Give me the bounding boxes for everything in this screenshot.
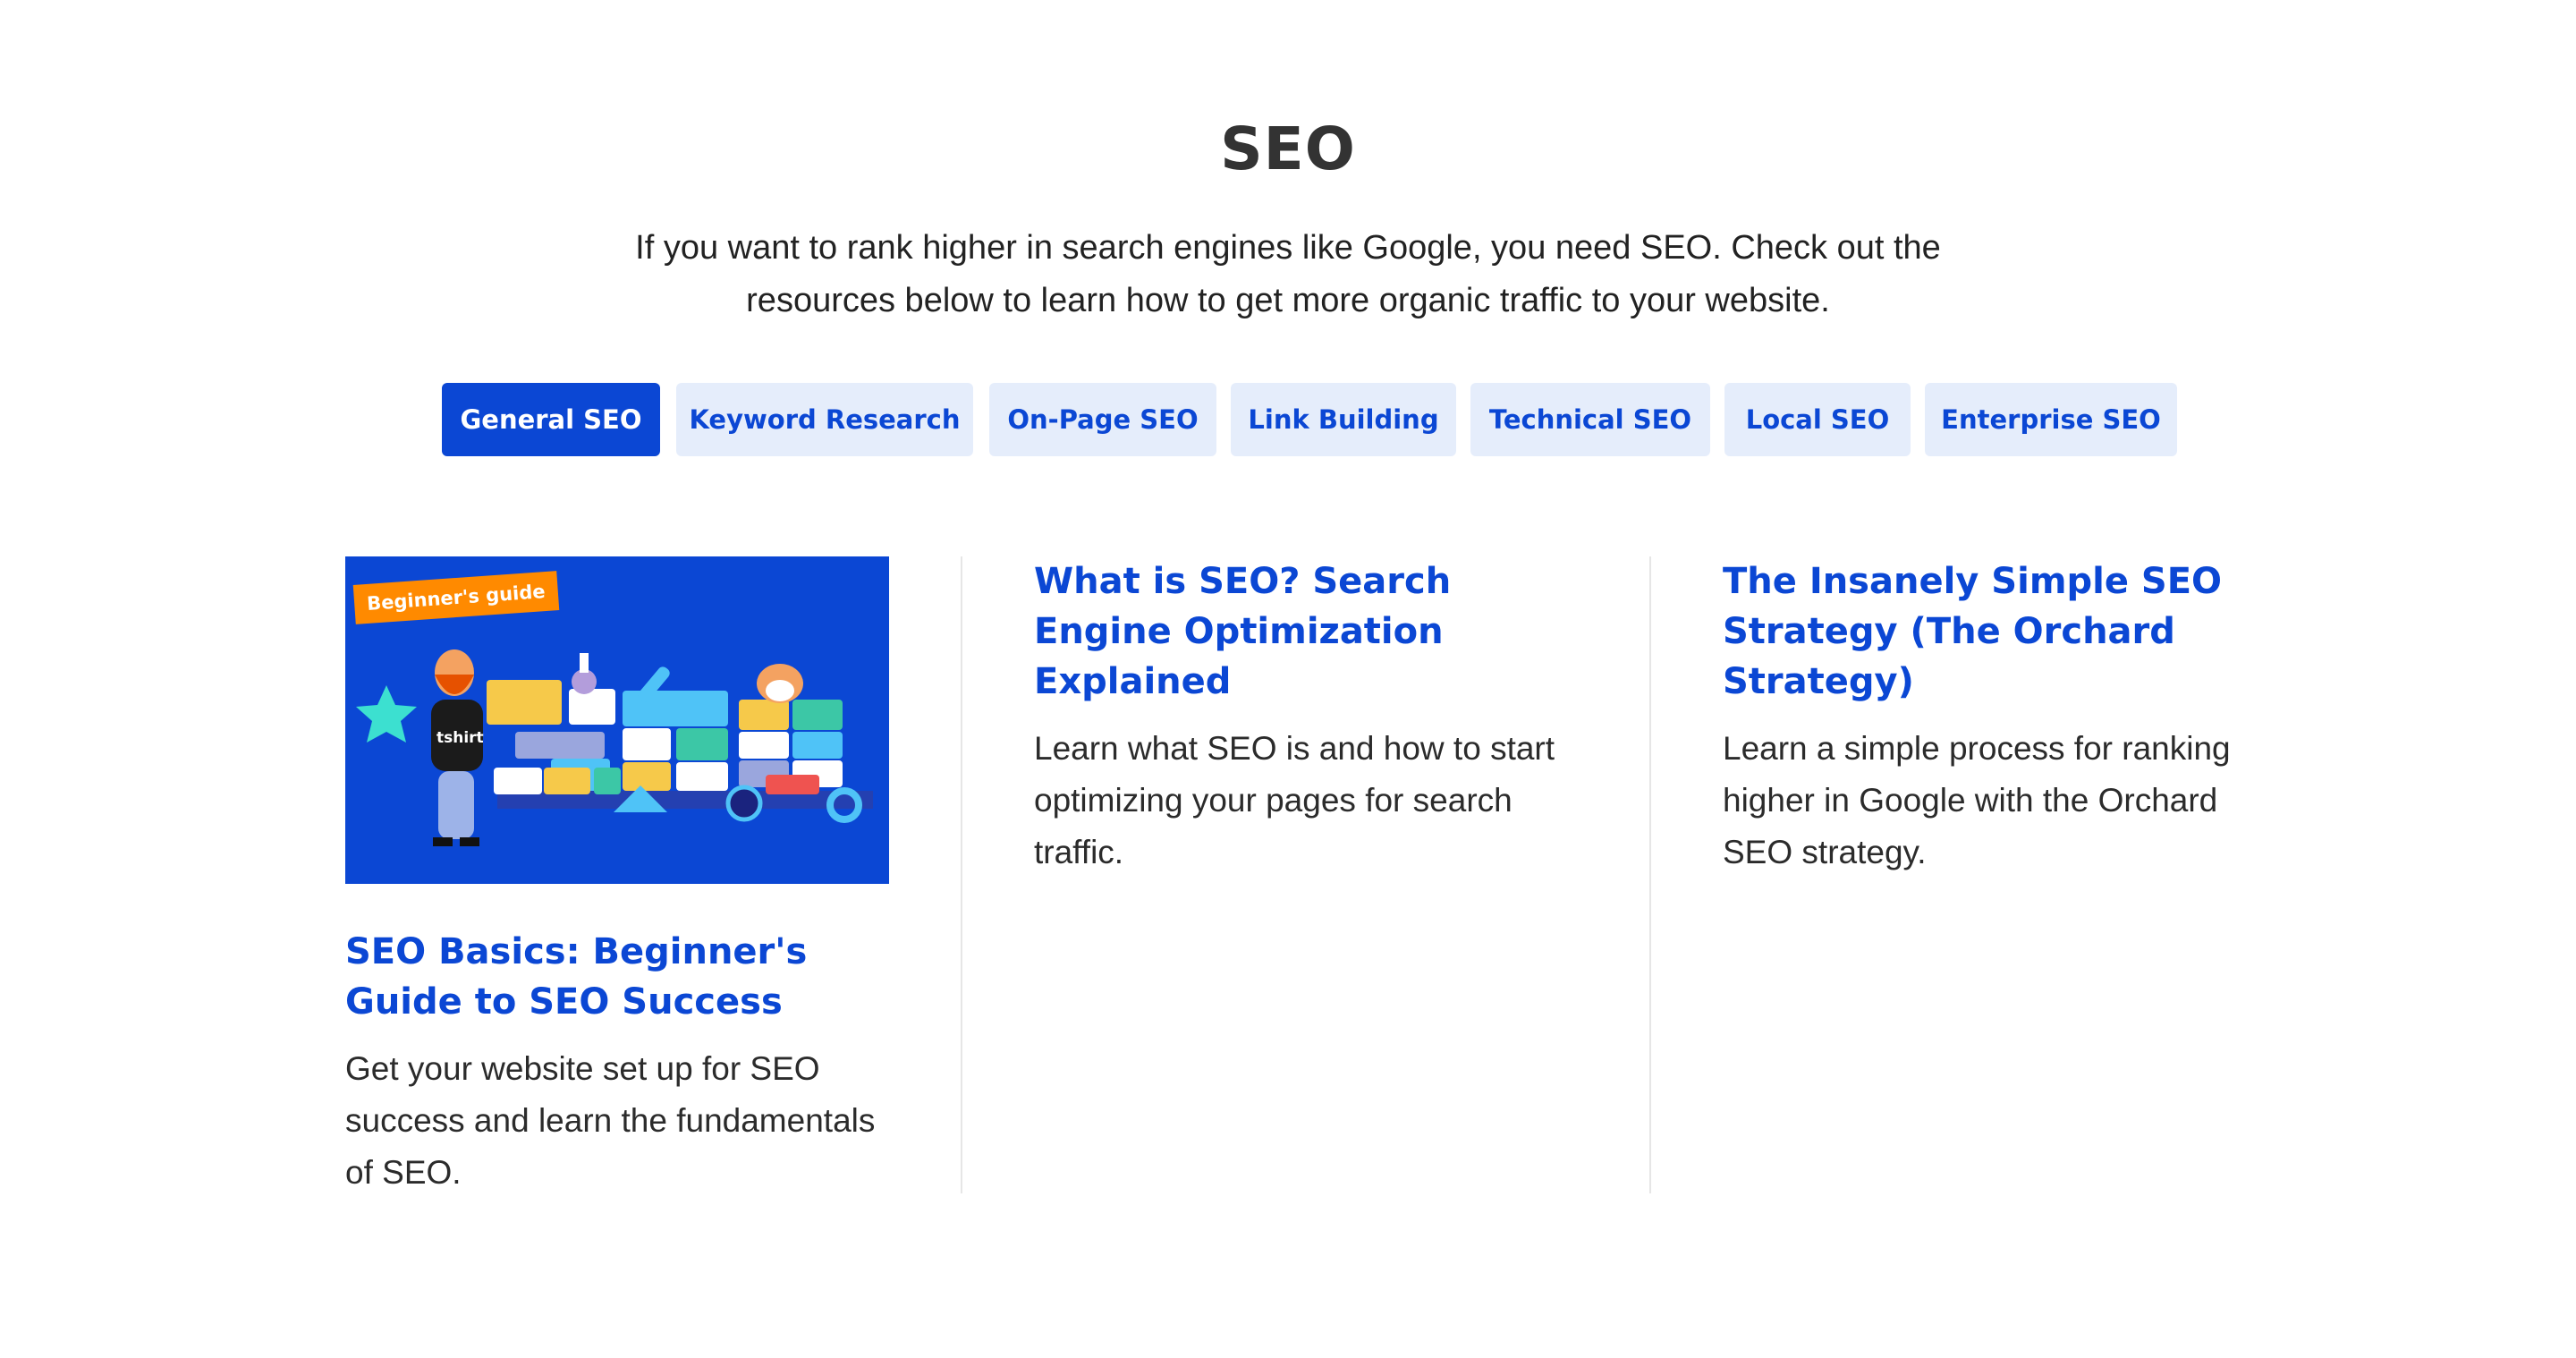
- seo-section: SEO If you want to rank higher in search…: [0, 0, 2576, 1358]
- shirt-text: tshirt: [436, 729, 484, 747]
- article-title[interactable]: The Insanely Simple SEO Strategy (The Or…: [1723, 556, 2259, 707]
- tab-technical-seo[interactable]: Technical SEO: [1470, 383, 1710, 456]
- article-card: tshirt Beginner's guide SEO Basics: Begi…: [345, 556, 900, 1199]
- tab-label: Local SEO: [1745, 404, 1890, 435]
- article-description: Get your website set up for SEO success …: [345, 1050, 876, 1191]
- article-description: Learn a simple process for ranking highe…: [1723, 730, 2231, 870]
- tab-label: On-Page SEO: [1007, 404, 1199, 435]
- tab-local-seo[interactable]: Local SEO: [1724, 383, 1911, 456]
- column-divider: [961, 556, 962, 1193]
- tab-label: Enterprise SEO: [1941, 404, 2161, 435]
- tab-general-seo[interactable]: General SEO: [442, 383, 660, 456]
- tab-label: Link Building: [1248, 404, 1439, 435]
- tab-keyword-research[interactable]: Keyword Research: [676, 383, 973, 456]
- article-title[interactable]: SEO Basics: Beginner's Guide to SEO Succ…: [345, 927, 900, 1027]
- column-divider: [1649, 556, 1651, 1193]
- tab-enterprise-seo[interactable]: Enterprise SEO: [1925, 383, 2177, 456]
- section-intro: If you want to rank higher in search eng…: [635, 229, 1941, 319]
- article-card: The Insanely Simple SEO Strategy (The Or…: [1723, 556, 2259, 878]
- tab-label: Technical SEO: [1488, 404, 1692, 435]
- section-title: SEO: [1220, 115, 1356, 183]
- tab-link-building[interactable]: Link Building: [1231, 383, 1456, 456]
- article-description: Learn what SEO is and how to start optim…: [1034, 730, 1555, 870]
- tab-label: General SEO: [460, 404, 642, 435]
- tab-label: Keyword Research: [689, 404, 961, 435]
- article-thumbnail[interactable]: tshirt Beginner's guide: [345, 556, 889, 884]
- tab-on-page-seo[interactable]: On-Page SEO: [989, 383, 1216, 456]
- article-title[interactable]: What is SEO? Search Engine Optimization …: [1034, 556, 1589, 707]
- article-card: What is SEO? Search Engine Optimization …: [1034, 556, 1589, 878]
